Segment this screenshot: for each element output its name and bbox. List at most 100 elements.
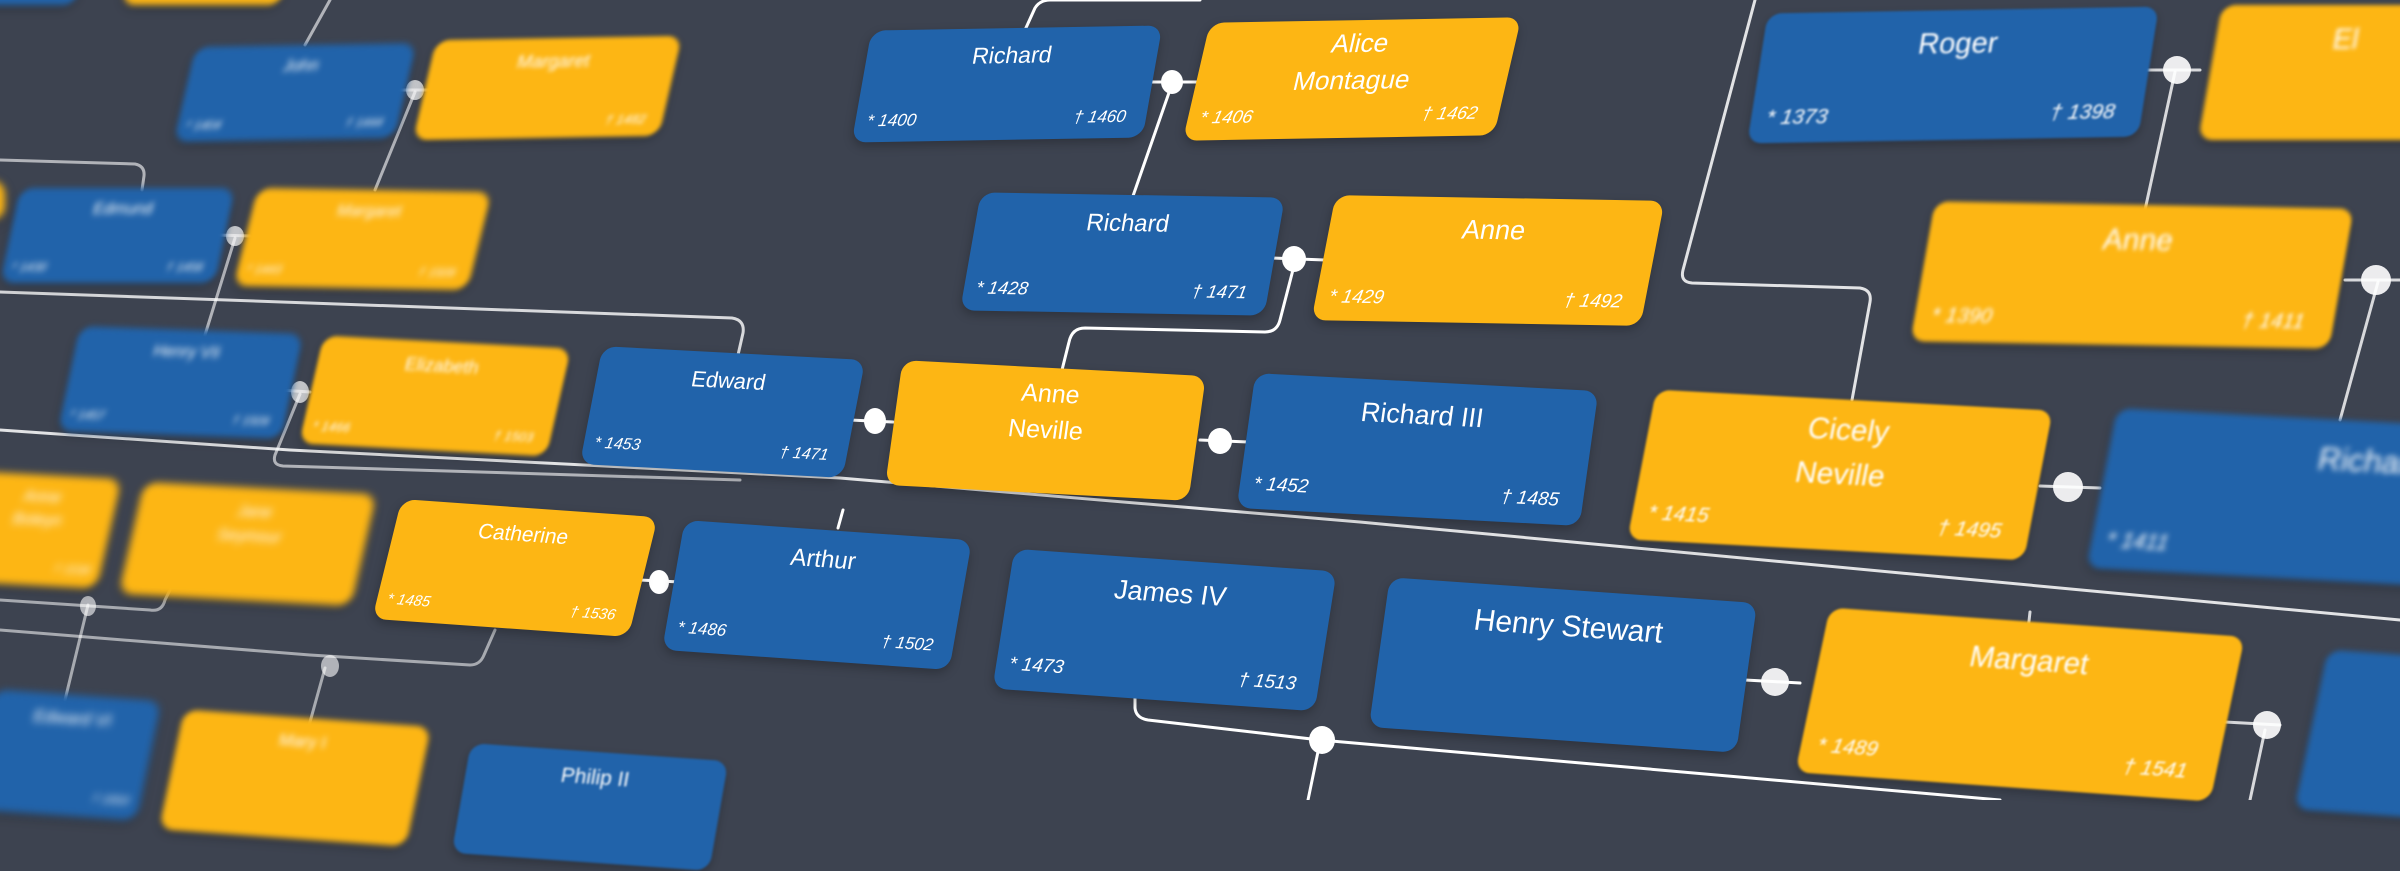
person-card-jane-seymour[interactable]: Jane Seymour [118, 481, 377, 607]
person-born: * 1466 [311, 418, 352, 436]
person-card-henry-vii[interactable]: Henry VII * 1457 † 1509 [57, 326, 304, 439]
person-died: † 1456 [165, 259, 205, 274]
person-born: * 1486 [675, 617, 729, 640]
person-born: * 1373 [1764, 105, 1830, 130]
person-name: El [2330, 23, 2362, 56]
person-card-mary-i[interactable]: Mary I [158, 709, 432, 847]
person-died: † 1502 [880, 631, 935, 655]
marriage-dot-henry-elizabeth [291, 381, 309, 403]
person-died: † 1485 [1499, 486, 1561, 511]
person-born: * 1428 [974, 277, 1030, 299]
link-edmund-parent [0, 158, 146, 192]
marriage-dot-henry8-left [80, 596, 96, 616]
person-died: † 1536 [52, 561, 92, 578]
marriage-dot-henry-margaret [1761, 668, 1789, 696]
marriage-dot-margaret-right [2253, 711, 2281, 739]
person-died: † 1509 [416, 265, 457, 280]
person-name: Henry Stewart [1471, 603, 1666, 650]
person-born: * 1489 [1815, 732, 1881, 761]
person-born: * 1430 [10, 259, 49, 274]
person-name: Margaret [335, 202, 404, 221]
marriage-dot-catherine-arthur [649, 570, 669, 594]
person-died: † 1492 [1562, 289, 1625, 312]
person-name: Anne Neville [1006, 378, 1085, 446]
person-card-philip-ii[interactable]: Philip II [451, 743, 729, 871]
person-card-catherine[interactable]: Catherine * 1485 † 1536 [372, 499, 658, 637]
person-born: * 1473 [1007, 653, 1066, 679]
person-name: Philip II [559, 763, 632, 792]
person-died: † 1411 [2239, 309, 2307, 334]
person-name: Mary I [277, 730, 328, 753]
person-died: † 1495 [1935, 516, 2004, 543]
person-born: * 1404 [184, 117, 223, 133]
person-name: Roger [1915, 27, 2001, 61]
person-card-alice-montague[interactable]: Alice Montague * 1406 † 1462 [1182, 17, 1522, 141]
marriage-dot-richard-alice [1161, 70, 1183, 94]
person-card-top-left-partial-2[interactable] [121, 0, 289, 5]
person-died: † 1460 [1072, 106, 1128, 127]
person-name: Margaret [515, 50, 593, 72]
person-card-richard-1428[interactable]: Richard * 1428 † 1471 [960, 192, 1285, 316]
marriage-dot-james-margaret [1309, 726, 1335, 754]
person-died: † 1398 [2048, 100, 2117, 125]
person-born: * 1485 [385, 590, 433, 611]
person-name: Richard [1084, 209, 1172, 238]
person-card-anne-neville[interactable]: Anne Neville [885, 360, 1206, 501]
person-card-richard-1400[interactable]: Richard * 1400 † 1460 [851, 25, 1163, 143]
person-card-roger[interactable]: Roger * 1373 † 1398 [1747, 6, 2159, 144]
person-card-margaret-1482[interactable]: Margaret † 1482 [412, 35, 683, 141]
person-name: Cicely Neville [1792, 411, 1893, 493]
person-card-anne-1390[interactable]: Anne * 1390 † 1411 [1910, 201, 2354, 349]
person-name: Anne Boleyn [10, 488, 64, 531]
person-name: Richard [970, 41, 1055, 69]
marriage-dot-edward-anne [864, 408, 886, 434]
person-born: * 1453 [592, 434, 642, 455]
link-margaret-down [2248, 728, 2267, 800]
person-born: * 1406 [1198, 106, 1255, 128]
person-name: Anne [2100, 223, 2176, 258]
person-card-james-iv[interactable]: James IV * 1473 † 1513 [992, 548, 1337, 712]
person-card-arthur[interactable]: Arthur * 1486 † 1502 [662, 520, 972, 670]
link-edwardvi-down [63, 603, 90, 702]
person-died: † 1513 [1236, 669, 1298, 695]
person-born: * 1429 [1327, 285, 1387, 308]
person-card-richard-iii[interactable]: Richard III * 1452 † 1485 [1236, 373, 1599, 526]
person-card-elizabeth[interactable]: Elizabeth * 1466 † 1503 [298, 335, 572, 457]
person-name: James IV [1112, 574, 1229, 612]
person-card-edward-vi[interactable]: Edward VI † 1553 [0, 689, 162, 821]
marriage-dot-roger-eleanor [2163, 56, 2191, 84]
person-name: Edward VI [31, 706, 114, 731]
person-name: Richard [2315, 440, 2400, 482]
person-name: Jane Seymour [215, 503, 283, 547]
person-name: John [281, 57, 321, 75]
person-card-anne-1429[interactable]: Anne * 1429 † 1492 [1311, 195, 1665, 326]
person-name: Anne [1459, 213, 1529, 246]
person-card-cicely-neville[interactable]: Cicely Neville * 1415 † 1495 [1627, 389, 2053, 561]
person-name: Margaret [1966, 639, 2093, 681]
person-card-edward-1453[interactable]: Edward * 1453 † 1471 [579, 346, 866, 478]
person-born: * 1457 [68, 406, 107, 423]
marriage-dot-anne-right [2361, 265, 2391, 295]
person-card-henry-stewart[interactable]: Henry Stewart [1368, 577, 1758, 753]
person-died: † 1471 [1190, 281, 1249, 303]
person-card-eleanor[interactable]: El [2198, 5, 2400, 140]
person-card-john[interactable]: John * 1404 † 1444 [173, 43, 417, 142]
link-arthur-parent [836, 508, 845, 530]
person-died: † 1509 [231, 412, 271, 428]
person-born: * 1443 [245, 262, 284, 277]
person-died: † 1471 [778, 444, 830, 465]
marriage-dot-john-margaret [406, 80, 424, 100]
person-born: * 1452 [1252, 473, 1310, 497]
link-roger-child [2143, 70, 2177, 212]
person-card-edmund[interactable]: Edmund * 1430 † 1456 [0, 188, 236, 283]
family-tree-canvas[interactable]: Richard * 1400 † 1460 Alice Montague * 1… [0, 0, 2400, 871]
person-card-margaret-1509[interactable]: Margaret * 1443 † 1509 [233, 187, 492, 291]
person-died: † 1444 [344, 114, 385, 130]
person-card-richard-1411[interactable]: Richard * 1411 [2086, 408, 2400, 588]
person-name: Alice Montague [1290, 27, 1414, 97]
person-card-margaret-1489[interactable]: Margaret * 1489 † 1541 [1795, 607, 2245, 802]
person-name: Elizabeth [402, 353, 481, 378]
person-born: * 1415 [1646, 501, 1711, 528]
person-name: Richard III [1359, 396, 1486, 433]
marriage-dot-richard-anne [1282, 246, 1306, 272]
